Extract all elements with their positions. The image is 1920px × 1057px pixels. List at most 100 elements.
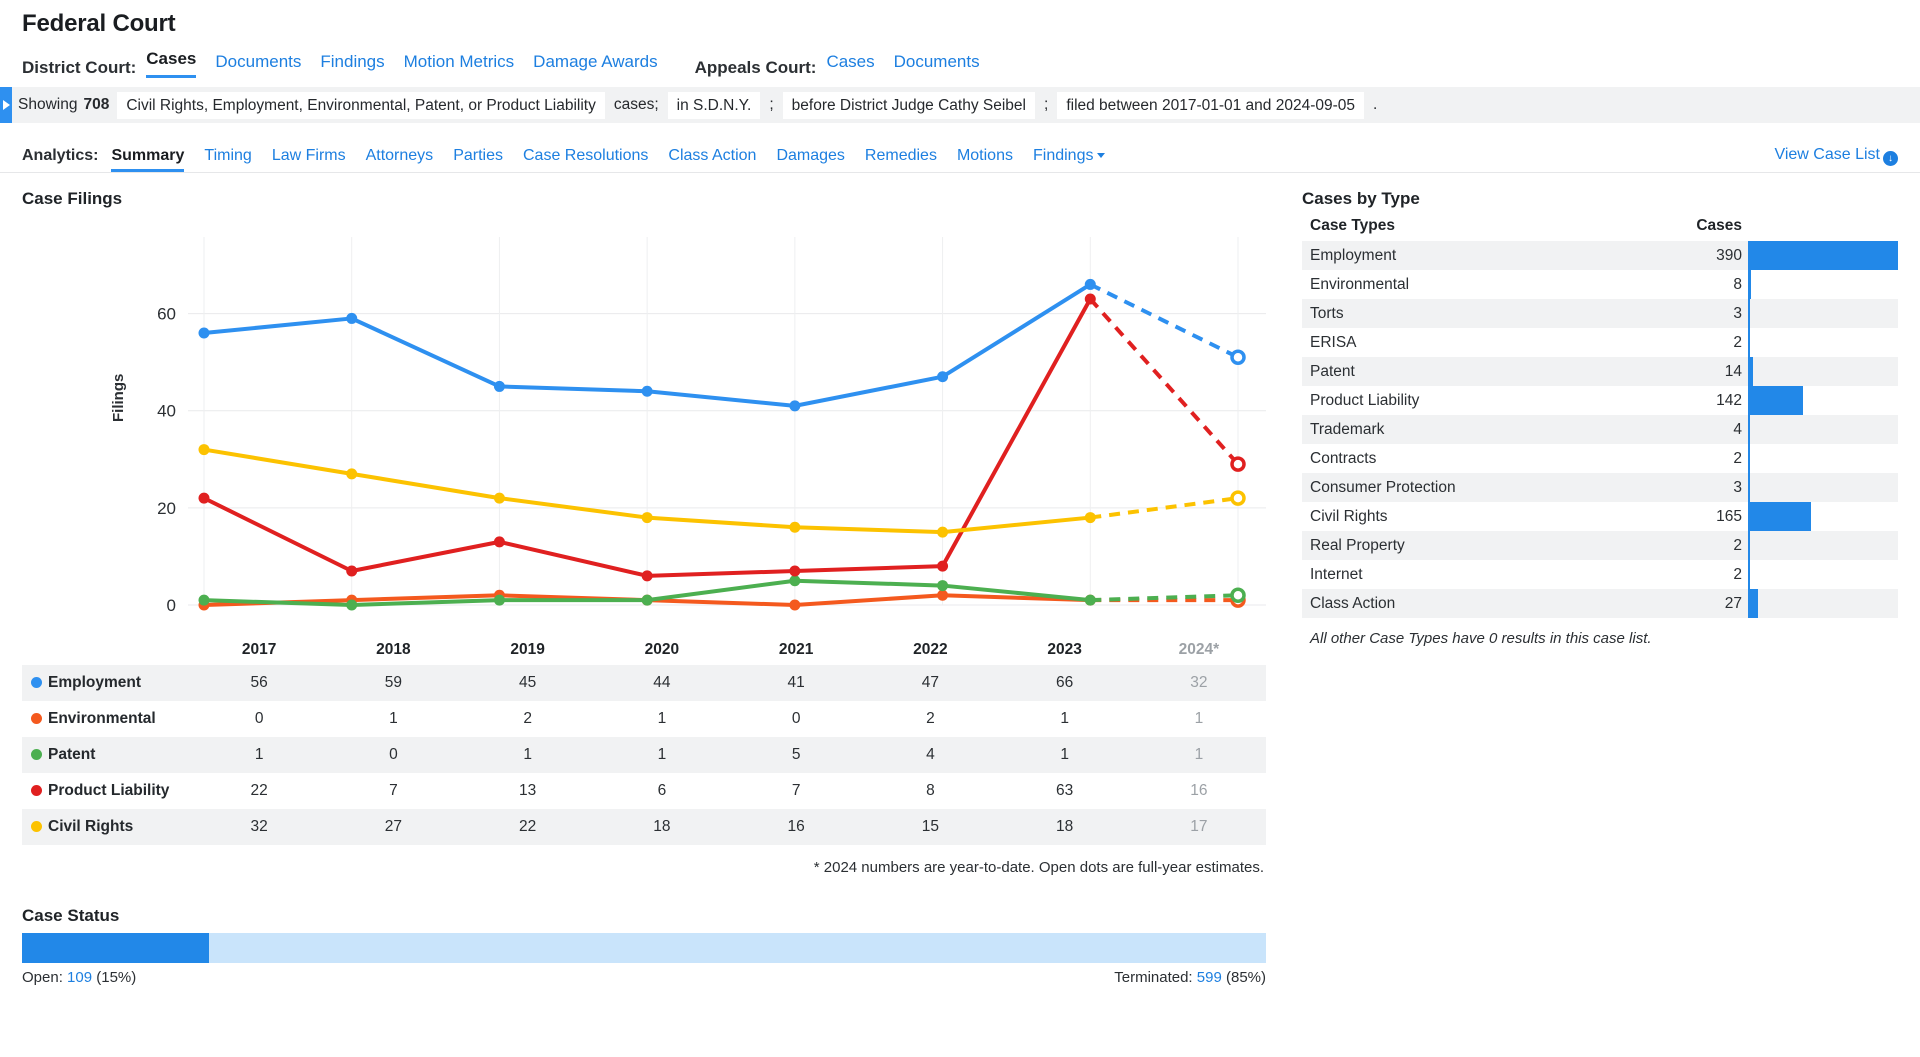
tab-remedies[interactable]: Remedies xyxy=(865,147,937,172)
filings-cell: 56 xyxy=(250,674,268,691)
tab-parties[interactable]: Parties xyxy=(453,147,503,172)
chart-point[interactable] xyxy=(641,385,653,397)
chart-point[interactable] xyxy=(493,594,505,606)
district-nav-findings[interactable]: Findings xyxy=(320,52,384,78)
filings-cell: 41 xyxy=(787,674,805,691)
series-color-dot-icon xyxy=(31,677,42,688)
chart-point[interactable] xyxy=(1084,512,1096,524)
chart-point[interactable] xyxy=(641,570,653,582)
chart-point[interactable] xyxy=(937,526,949,538)
filings-col-2017: 2017 xyxy=(241,641,277,658)
case-type-count: 165 xyxy=(1716,508,1742,525)
chart-point[interactable] xyxy=(1084,278,1096,290)
chart-estimate-point[interactable] xyxy=(1230,490,1246,506)
case-type-bar xyxy=(1748,560,1750,589)
cases-by-type-col-cases: Cases xyxy=(1696,217,1742,234)
tab-attorneys[interactable]: Attorneys xyxy=(366,147,434,172)
chart-point[interactable] xyxy=(346,468,358,480)
chart-point[interactable] xyxy=(937,560,949,572)
chart-point[interactable] xyxy=(493,380,505,392)
filter-panel-toggle[interactable] xyxy=(0,87,12,123)
tab-timing[interactable]: Timing xyxy=(204,147,251,172)
filings-cell: 13 xyxy=(519,782,537,799)
cases-by-type-row[interactable]: Consumer Protection 3 xyxy=(1302,473,1898,502)
cases-by-type-row[interactable]: Civil Rights 165 xyxy=(1302,502,1898,531)
cases-by-type-row[interactable]: Contracts 2 xyxy=(1302,444,1898,473)
chart-point[interactable] xyxy=(789,400,801,412)
chart-point[interactable] xyxy=(937,589,949,601)
tab-case-resolutions[interactable]: Case Resolutions xyxy=(523,147,648,172)
filter-chip-filed-date[interactable]: filed between 2017-01-01 and 2024-09-05 xyxy=(1057,91,1365,119)
case-type-count: 4 xyxy=(1733,421,1742,438)
view-case-list-link[interactable]: View Case List ↓ xyxy=(1774,146,1898,166)
cases-by-type-row[interactable]: Trademark 4 xyxy=(1302,415,1898,444)
filings-series-label: Patent xyxy=(22,737,192,773)
cases-by-type-row[interactable]: Employment 390 xyxy=(1302,241,1898,270)
district-nav-cases[interactable]: Cases xyxy=(146,49,197,78)
filings-cell: 32 xyxy=(250,818,268,835)
filings-cell: 18 xyxy=(1056,818,1074,835)
chart-point[interactable] xyxy=(346,565,358,577)
case-status-terminated: Terminated: 599 (85%) xyxy=(1114,969,1266,986)
case-status-title: Case Status xyxy=(22,906,120,925)
open-count-link[interactable]: 109 xyxy=(67,969,92,986)
cases-by-type-row[interactable]: ERISA 2 xyxy=(1302,328,1898,357)
chart-point[interactable] xyxy=(1084,293,1096,305)
filings-cell: 17 xyxy=(1190,818,1208,835)
chart-estimate-point[interactable] xyxy=(1230,456,1246,472)
chart-point[interactable] xyxy=(789,565,801,577)
tab-law-firms[interactable]: Law Firms xyxy=(272,147,346,172)
tab-class-action[interactable]: Class Action xyxy=(668,147,756,172)
chart-point[interactable] xyxy=(789,521,801,533)
chart-point[interactable] xyxy=(198,492,210,504)
district-nav-damage-awards[interactable]: Damage Awards xyxy=(533,52,657,78)
terminated-count-link[interactable]: 599 xyxy=(1197,969,1222,986)
chart-point[interactable] xyxy=(346,599,358,611)
filter-chip-judge[interactable]: before District Judge Cathy Seibel xyxy=(782,91,1035,119)
chart-point[interactable] xyxy=(1084,594,1096,606)
chart-point[interactable] xyxy=(789,575,801,587)
cases-by-type-row[interactable]: Real Property 2 xyxy=(1302,531,1898,560)
cases-by-type-row[interactable]: Torts 3 xyxy=(1302,299,1898,328)
appeals-nav-documents[interactable]: Documents xyxy=(894,52,980,78)
appeals-nav-cases[interactable]: Cases xyxy=(826,52,874,78)
case-type-count: 8 xyxy=(1733,276,1742,293)
tab-findings[interactable]: Findings xyxy=(1033,147,1106,172)
filter-chip-court[interactable]: in S.D.N.Y. xyxy=(667,91,761,119)
cases-by-type-row[interactable]: Internet 2 xyxy=(1302,560,1898,589)
cases-by-type-row[interactable]: Environmental 8 xyxy=(1302,270,1898,299)
tab-summary[interactable]: Summary xyxy=(111,147,185,172)
chart-point[interactable] xyxy=(493,492,505,504)
case-type-count: 2 xyxy=(1733,450,1742,467)
chart-point[interactable] xyxy=(198,594,210,606)
case-type-name: Contracts xyxy=(1310,450,1377,467)
chart-estimate-point[interactable] xyxy=(1230,587,1246,604)
case-filings-table-body: Employment 56 59 45 44 41 47 66 32 Environmental 0… xyxy=(22,665,1266,845)
chart-point[interactable] xyxy=(937,371,949,383)
chart-point[interactable] xyxy=(789,599,801,611)
case-type-name: Civil Rights xyxy=(1310,508,1388,525)
chart-point[interactable] xyxy=(641,594,653,606)
chart-estimate-point[interactable] xyxy=(1230,349,1246,366)
filings-col-2019: 2019 xyxy=(510,641,545,658)
tab-damages[interactable]: Damages xyxy=(776,147,844,172)
chart-point[interactable] xyxy=(937,580,949,592)
cases-by-type-row[interactable]: Class Action 27 xyxy=(1302,589,1898,618)
cases-by-type-row[interactable]: Product Liability 142 xyxy=(1302,386,1898,415)
case-type-bar xyxy=(1748,415,1750,444)
district-nav-motion-metrics[interactable]: Motion Metrics xyxy=(404,52,515,78)
chart-point[interactable] xyxy=(346,312,358,324)
filter-bar: Showing 708 Civil Rights, Employment, En… xyxy=(0,87,1920,123)
chart-point[interactable] xyxy=(198,327,210,339)
filter-sep-1: ; xyxy=(769,96,774,113)
case-status-bar[interactable] xyxy=(22,933,1266,963)
filter-chip-case-types[interactable]: Civil Rights, Employment, Environmental,… xyxy=(117,91,605,119)
case-type-bar-cell xyxy=(1748,502,1898,531)
district-nav-documents[interactable]: Documents xyxy=(215,52,301,78)
case-status-open-segment[interactable] xyxy=(22,933,209,963)
tab-motions[interactable]: Motions xyxy=(957,147,1013,172)
chart-point[interactable] xyxy=(641,512,653,524)
cases-by-type-row[interactable]: Patent 14 xyxy=(1302,357,1898,386)
chart-point[interactable] xyxy=(198,444,210,456)
chart-point[interactable] xyxy=(493,536,505,548)
